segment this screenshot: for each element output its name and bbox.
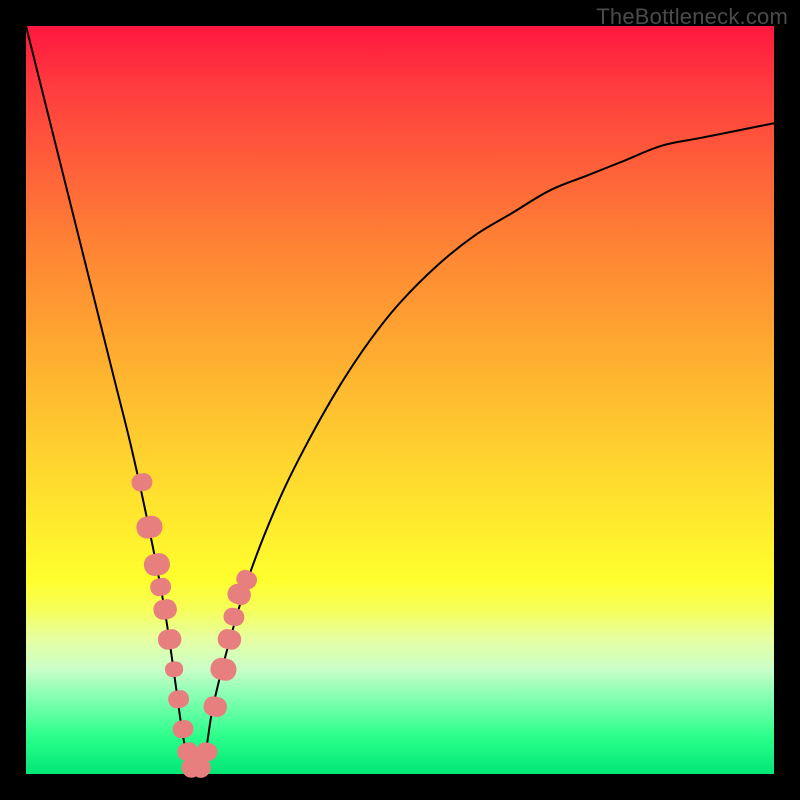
marker-point xyxy=(157,628,183,651)
marker-point xyxy=(130,472,153,493)
marker-point xyxy=(202,695,229,719)
marker-point xyxy=(216,627,243,651)
marker-point xyxy=(167,689,190,709)
marker-group xyxy=(130,472,260,782)
plot-area xyxy=(26,26,774,774)
marker-point xyxy=(149,576,173,597)
marker-point xyxy=(208,656,238,683)
marker-point xyxy=(152,598,178,621)
marker-point xyxy=(222,606,246,628)
marker-point xyxy=(164,660,184,678)
marker-point xyxy=(171,719,194,740)
watermark-text: TheBottleneck.com xyxy=(596,4,788,30)
bottleneck-curve-line xyxy=(26,26,774,770)
chart-svg xyxy=(26,26,774,774)
marker-point xyxy=(135,514,165,540)
marker-point xyxy=(142,551,172,577)
